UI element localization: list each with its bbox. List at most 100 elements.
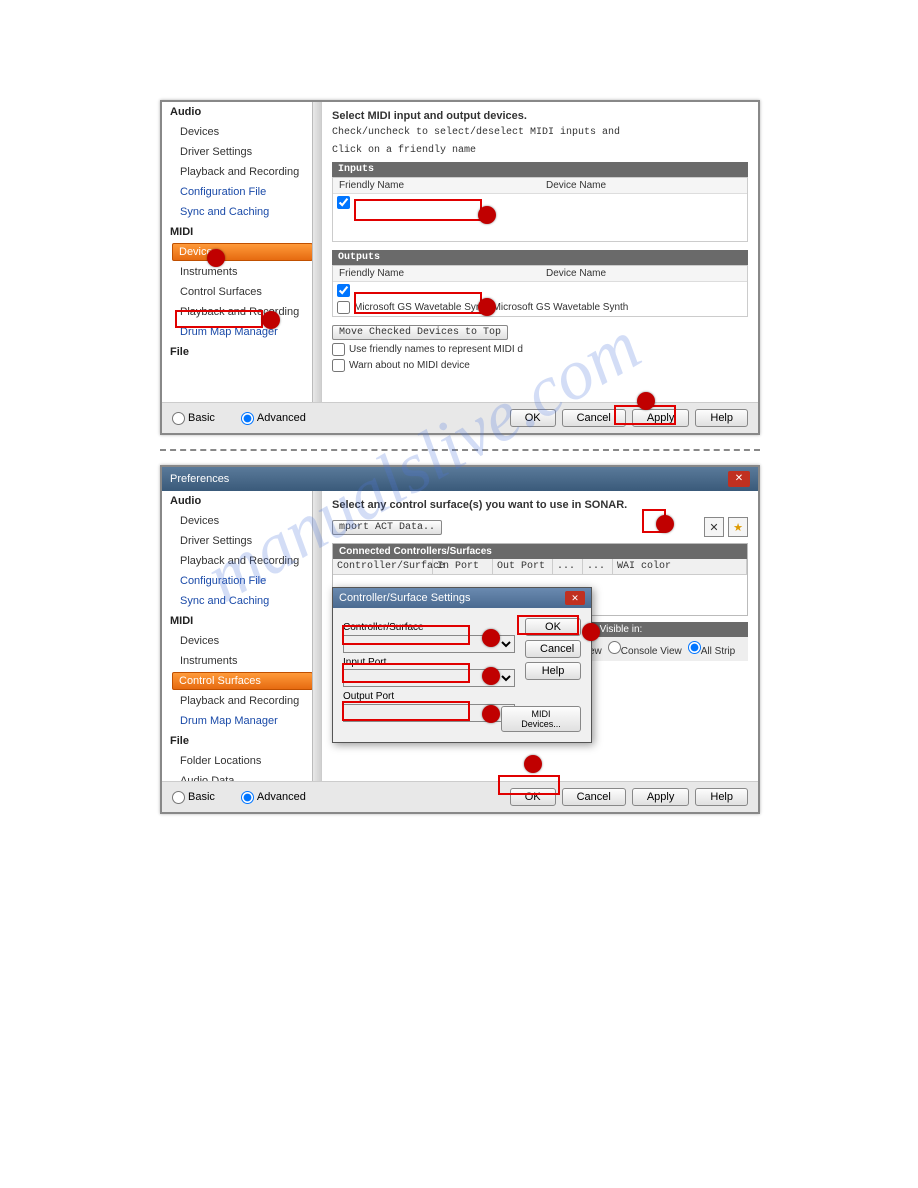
input-checkbox-1[interactable]	[337, 196, 350, 209]
preferences-window-1: Audio Devices Driver Settings Playback a…	[160, 100, 760, 435]
warn-no-midi-checkbox[interactable]	[332, 359, 345, 372]
preferences-window-2: Preferences ✕ Audio Devices Driver Setti…	[160, 465, 760, 814]
annotation-marker	[478, 298, 496, 316]
col-friendly-out: Friendly Name	[333, 266, 540, 281]
sidebar-item-midi-devices[interactable]: Devices	[162, 631, 321, 651]
dialog-cancel-button[interactable]: Cancel	[525, 640, 581, 658]
sidebar-item-config-file[interactable]: Configuration File	[162, 182, 321, 202]
hint-line-2: Click on a friendly name	[332, 144, 748, 158]
annotation-marker	[524, 755, 542, 773]
dialog-title: Controller/Surface Settings	[339, 592, 470, 604]
basic-radio[interactable]: Basic	[172, 791, 215, 804]
dialog-help-button[interactable]: Help	[525, 662, 581, 680]
main-panel: Select MIDI input and output devices. Ch…	[322, 102, 758, 402]
sidebar-item-playback-recording[interactable]: Playback and Recording	[162, 551, 321, 571]
annotation-marker	[207, 249, 225, 267]
sidebar-item-instruments[interactable]: Instruments	[162, 262, 321, 282]
sidebar-item-folder-locations[interactable]: Folder Locations	[162, 751, 321, 771]
import-act-button[interactable]: mport ACT Data..	[332, 520, 442, 535]
controller-settings-dialog: Controller/Surface Settings ✕ Controller…	[332, 587, 592, 743]
category-midi: MIDI	[162, 611, 321, 631]
hint-line-1: Check/uncheck to select/deselect MIDI in…	[332, 126, 748, 140]
col-controller: Controller/Surface	[333, 559, 433, 574]
category-audio: Audio	[162, 102, 321, 122]
dialog-title-bar: Controller/Surface Settings ✕	[333, 588, 591, 608]
apply-button[interactable]: Apply	[632, 409, 690, 427]
output-checkbox-2[interactable]	[337, 301, 350, 314]
footer-bar: Basic Advanced OK Cancel Apply Help	[162, 402, 758, 433]
cancel-button[interactable]: Cancel	[562, 788, 626, 806]
sidebar-item-audio-devices[interactable]: Devices	[162, 511, 321, 531]
midi-devices-button[interactable]: MIDI Devices...	[501, 706, 581, 732]
sidebar-item-midi-playback[interactable]: Playback and Recording	[162, 691, 321, 711]
col-device: Device Name	[540, 178, 747, 193]
col-wai-color: WAI color	[613, 559, 747, 574]
strip-opt-all[interactable]: All Strip	[688, 641, 735, 657]
inputs-table: Friendly NameDevice Name	[332, 177, 748, 242]
footer-bar: Basic Advanced OK Cancel Apply Help	[162, 781, 758, 812]
add-icon[interactable]: ★	[728, 517, 748, 537]
annotation-marker	[637, 392, 655, 410]
panel-heading: Select any control surface(s) you want t…	[332, 499, 748, 511]
delete-icon[interactable]: ✕	[704, 517, 724, 537]
sidebar-item-sync-caching[interactable]: Sync and Caching	[162, 202, 321, 222]
annotation-marker	[582, 623, 600, 641]
sidebar-item-drum-map[interactable]: Drum Map Manager	[162, 711, 321, 731]
col-in-port: In Port	[433, 559, 493, 574]
strip-opt-console[interactable]: Console View	[608, 641, 682, 657]
sidebar-item-driver-settings[interactable]: Driver Settings	[162, 142, 321, 162]
ok-button[interactable]: OK	[510, 409, 556, 427]
output-row-2[interactable]: Microsoft GS Wavetable Synth Microsoft G…	[333, 299, 747, 316]
category-midi: MIDI	[162, 222, 321, 242]
col-dots1: ...	[553, 559, 583, 574]
annotation-marker	[478, 206, 496, 224]
outputs-table: Friendly NameDevice Name Microsoft GS Wa…	[332, 265, 748, 317]
advanced-radio[interactable]: Advanced	[241, 791, 306, 804]
dialog-ok-button[interactable]: OK	[525, 618, 581, 636]
sidebar: Audio Devices Driver Settings Playback a…	[162, 102, 322, 402]
friendly-names-checkbox[interactable]	[332, 343, 345, 356]
sidebar-item-config-file[interactable]: Configuration File	[162, 571, 321, 591]
category-file: File	[162, 342, 321, 362]
sidebar-item-audio-devices[interactable]: Devices	[162, 122, 321, 142]
sidebar-item-sync-caching[interactable]: Sync and Caching	[162, 591, 321, 611]
sidebar-item-drum-map[interactable]: Drum Map Manager	[162, 322, 321, 342]
sidebar-item-audio-data[interactable]: Audio Data	[162, 771, 321, 781]
inputs-header: Inputs	[332, 162, 748, 177]
cancel-button[interactable]: Cancel	[562, 409, 626, 427]
advanced-radio[interactable]: Advanced	[241, 412, 306, 425]
sidebar: Audio Devices Driver Settings Playback a…	[162, 491, 322, 781]
category-file: File	[162, 731, 321, 751]
table-header: Connected Controllers/Surfaces	[333, 544, 747, 559]
close-icon[interactable]: ✕	[728, 471, 750, 487]
category-audio: Audio	[162, 491, 321, 511]
sidebar-item-midi-playback[interactable]: Playback and Recording	[162, 302, 321, 322]
basic-radio[interactable]: Basic	[172, 412, 215, 425]
sidebar-item-playback-recording[interactable]: Playback and Recording	[162, 162, 321, 182]
screenshot-separator	[160, 449, 760, 451]
annotation-marker	[482, 667, 500, 685]
move-checked-button[interactable]: Move Checked Devices to Top	[332, 325, 508, 340]
sidebar-item-control-surfaces[interactable]: Control Surfaces	[162, 282, 321, 302]
annotation-marker	[656, 515, 674, 533]
col-out-port: Out Port	[493, 559, 553, 574]
sidebar-item-driver-settings[interactable]: Driver Settings	[162, 531, 321, 551]
panel-heading: Select MIDI input and output devices.	[332, 110, 748, 122]
output-port-label: Output Port	[343, 691, 515, 702]
help-button[interactable]: Help	[695, 409, 748, 427]
help-button[interactable]: Help	[695, 788, 748, 806]
sidebar-item-control-surfaces[interactable]: Control Surfaces	[172, 672, 313, 690]
apply-button[interactable]: Apply	[632, 788, 690, 806]
col-dots2: ...	[583, 559, 613, 574]
col-device-out: Device Name	[540, 266, 747, 281]
output-row-1[interactable]	[333, 282, 747, 299]
sidebar-item-instruments[interactable]: Instruments	[162, 651, 321, 671]
ok-button[interactable]: OK	[510, 788, 556, 806]
title-bar: Preferences ✕	[162, 467, 758, 491]
close-icon[interactable]: ✕	[565, 591, 585, 605]
outputs-header: Outputs	[332, 250, 748, 265]
annotation-marker	[482, 705, 500, 723]
output-checkbox-1[interactable]	[337, 284, 350, 297]
input-row-1[interactable]	[333, 194, 747, 211]
sidebar-item-midi-devices[interactable]: Devices	[172, 243, 313, 261]
